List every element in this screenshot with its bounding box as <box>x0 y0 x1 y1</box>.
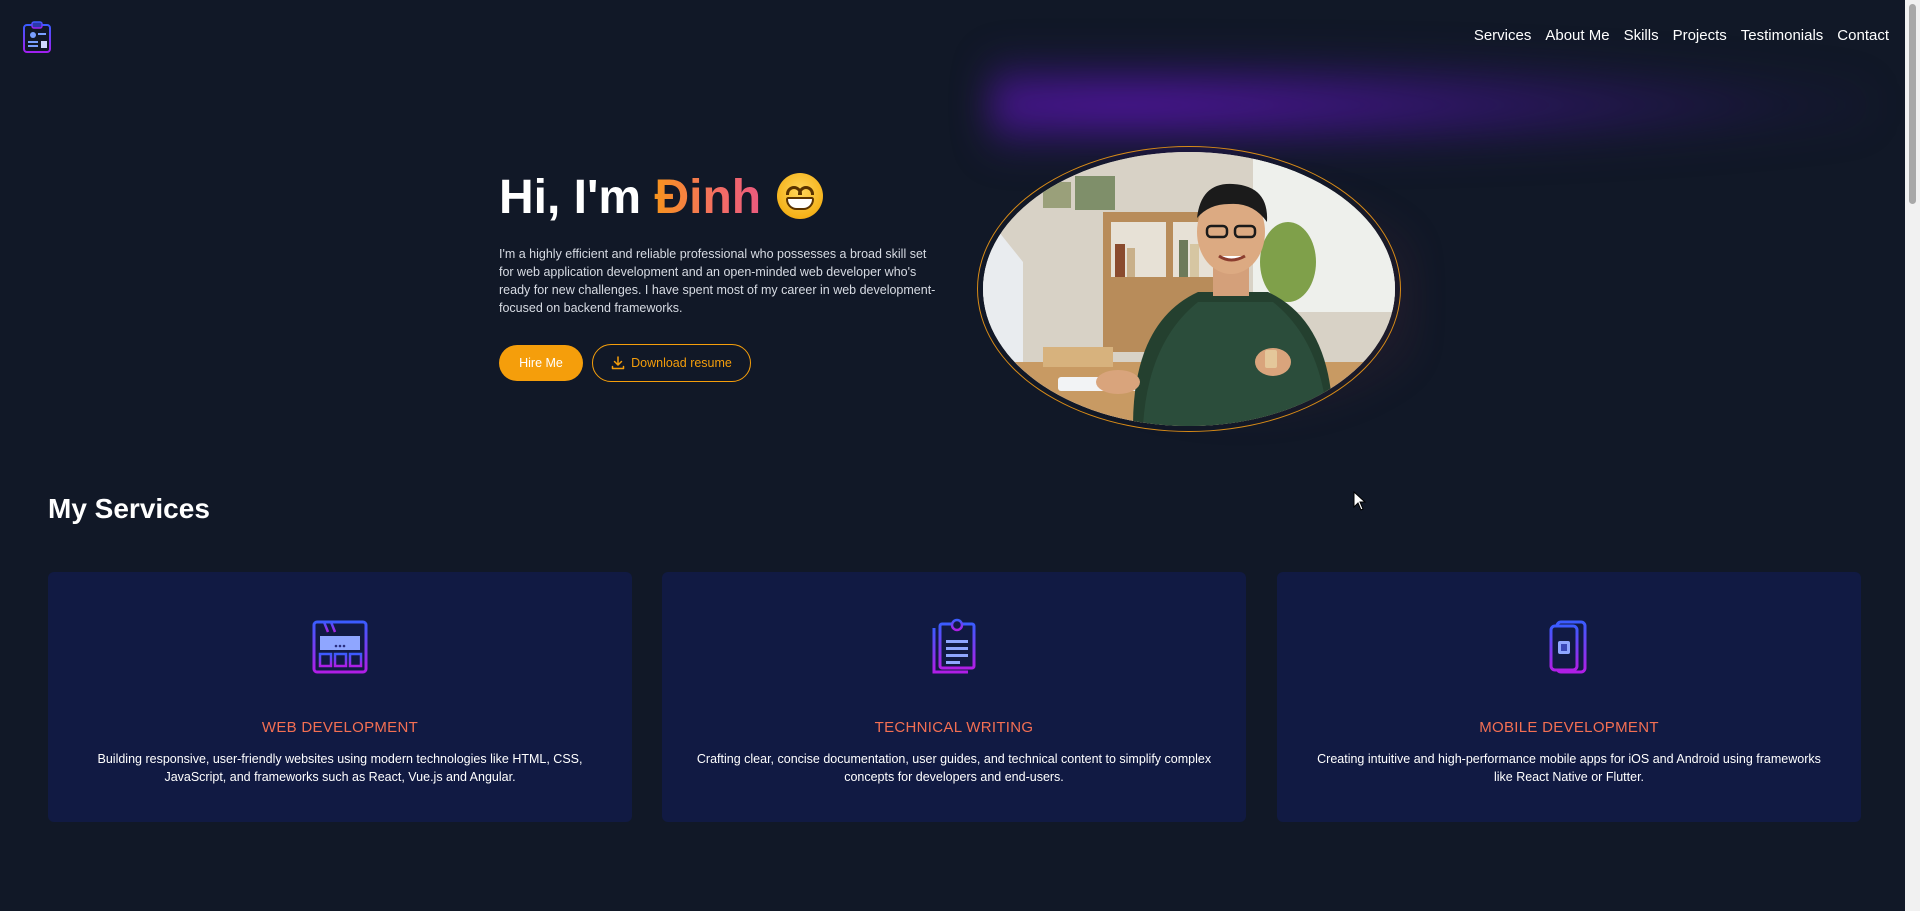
nav-services[interactable]: Services <box>1474 27 1532 44</box>
hire-me-button[interactable]: Hire Me <box>499 345 583 381</box>
service-description: Crafting clear, concise documentation, u… <box>696 752 1212 784</box>
scrollbar-thumb[interactable] <box>1909 4 1916 204</box>
services-title: My Services <box>48 493 210 524</box>
mouse-cursor-icon <box>1353 491 1367 511</box>
profile-photo <box>983 152 1395 426</box>
service-card-technical-writing: TECHNICAL WRITING Crafting clear, concis… <box>662 572 1246 822</box>
purple-glow <box>990 55 1870 155</box>
nav-skills[interactable]: Skills <box>1624 27 1659 44</box>
hero-name: Đinh <box>654 171 762 224</box>
page: Services About Me Skills Projects Testim… <box>0 0 1905 911</box>
service-title: MOBILE DEVELOPMENT <box>1479 719 1659 736</box>
nav-projects[interactable]: Projects <box>1673 27 1727 44</box>
service-description: Building responsive, user-friendly websi… <box>97 752 583 784</box>
service-card-mobile-development: MOBILE DEVELOPMENT Creating intuitive an… <box>1277 572 1861 822</box>
download-resume-label: Download resume <box>631 356 732 370</box>
hero-greeting: Hi, I'm <box>499 171 655 224</box>
grinning-face-icon <box>777 173 824 219</box>
service-title: TECHNICAL WRITING <box>874 719 1034 736</box>
nav-contact[interactable]: Contact <box>1837 27 1889 44</box>
nav-testimonials[interactable]: Testimonials <box>1741 27 1824 44</box>
service-description: Creating intuitive and high-performance … <box>1317 752 1821 784</box>
main-nav: Services About Me Skills Projects Testim… <box>1460 27 1889 44</box>
download-resume-button[interactable]: Download resume <box>592 344 751 382</box>
logo-icon[interactable] <box>22 20 52 54</box>
service-title: WEB DEVELOPMENT <box>261 719 419 736</box>
hero-description: I'm a highly efficient and reliable prof… <box>499 247 936 315</box>
download-icon <box>611 356 625 370</box>
hero-title: Hi, I'm Đinh <box>499 170 824 225</box>
clipboard-document-icon <box>932 618 976 674</box>
page-scrollbar[interactable] <box>1905 0 1920 911</box>
nav-about-me[interactable]: About Me <box>1545 27 1609 44</box>
browser-window-icon <box>312 620 368 674</box>
service-card-web-development: WEB DEVELOPMENT Building responsive, use… <box>48 572 632 822</box>
mobile-phone-icon <box>1549 620 1587 674</box>
